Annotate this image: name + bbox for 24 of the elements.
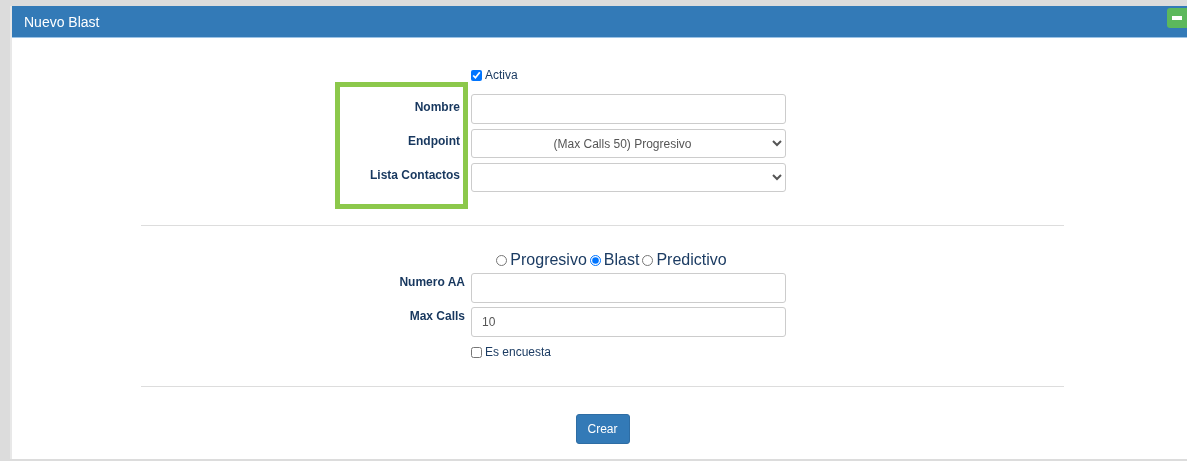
encuesta-checkbox[interactable]: [471, 346, 482, 358]
radio-label: Progresivo: [510, 251, 587, 269]
select-field[interactable]: [471, 163, 786, 192]
text-field[interactable]: [471, 94, 786, 124]
activa-checkbox[interactable]: [471, 69, 482, 81]
collapse-button[interactable]: [1167, 7, 1187, 28]
mode-radio[interactable]: [642, 254, 654, 266]
field-label: Max Calls: [408, 308, 466, 325]
radio-label: Blast: [603, 251, 640, 269]
text-field[interactable]: [471, 273, 786, 303]
select-field[interactable]: (Max Calls 50) Progresivo: [471, 129, 786, 158]
mode-radio[interactable]: [589, 254, 601, 266]
radio-label: Predictivo: [656, 251, 727, 269]
field-label: Numero AA: [398, 274, 466, 291]
field-label: Nombre: [413, 99, 461, 116]
create-button[interactable]: Crear: [575, 414, 630, 444]
field-label: Endpoint: [407, 133, 461, 150]
panel-title: Nuevo Blast: [24, 13, 100, 30]
text-field[interactable]: 10: [471, 307, 786, 337]
minus-icon: [1172, 15, 1182, 20]
mode-radio[interactable]: [496, 254, 508, 266]
field-label: Lista Contactos: [369, 167, 461, 184]
checkbox-label: Activa: [485, 68, 518, 82]
checkbox-label: Es encuesta: [485, 345, 552, 359]
